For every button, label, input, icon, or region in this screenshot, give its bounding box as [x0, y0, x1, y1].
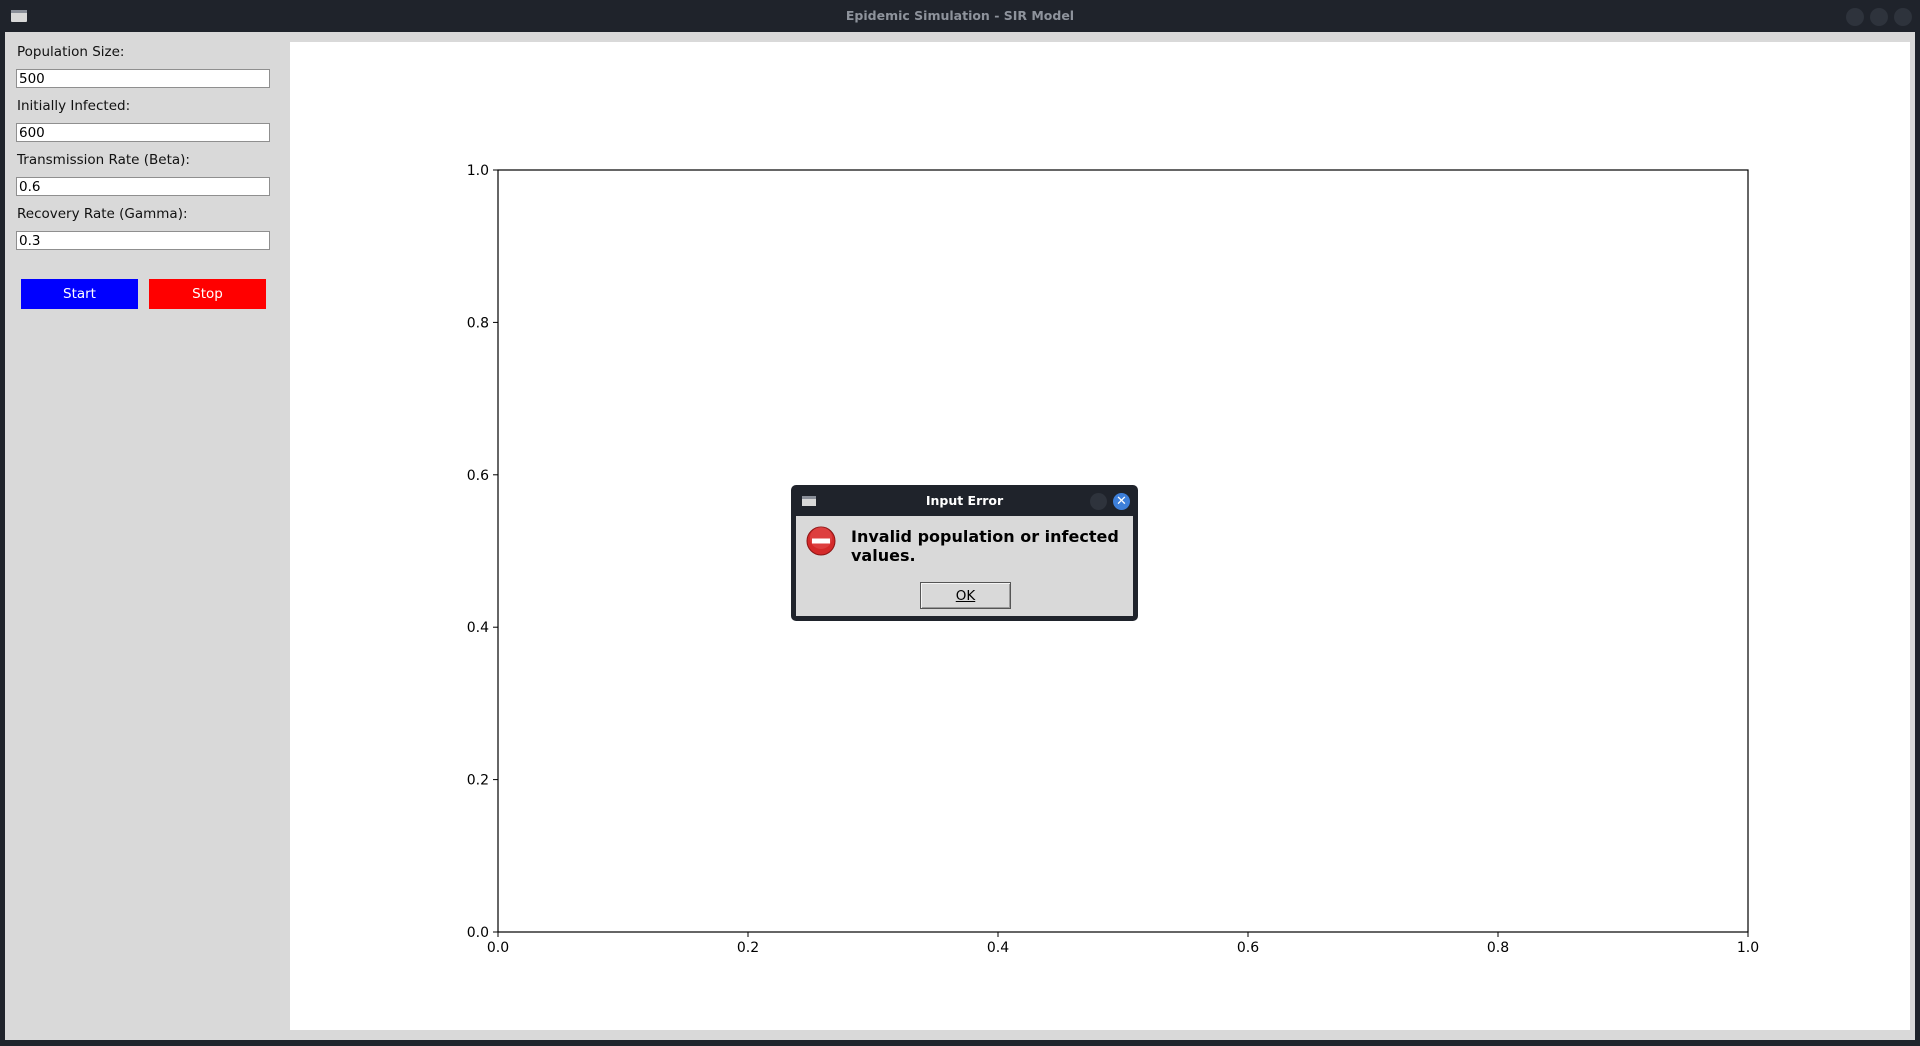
x-tick-label: 0.2 [737, 940, 759, 956]
input-error-dialog: Input Error ✕ Invalid population or infe… [791, 485, 1138, 621]
x-tick-label: 0.8 [1487, 940, 1509, 956]
close-icon: ✕ [1116, 494, 1127, 509]
x-tick-label: 0.0 [487, 940, 509, 956]
window-title: Epidemic Simulation - SIR Model [845, 8, 1075, 23]
y-tick-label: 0.0 [467, 925, 489, 941]
error-icon [806, 526, 836, 556]
minimize-button[interactable] [1846, 8, 1864, 26]
stop-button[interactable]: Stop [149, 279, 266, 309]
initially-infected-input[interactable] [16, 123, 270, 142]
population-size-input[interactable] [16, 69, 270, 88]
y-tick-label: 0.4 [467, 620, 489, 636]
population-size-label: Population Size: [17, 44, 125, 60]
initially-infected-label: Initially Infected: [17, 98, 131, 114]
dialog-body: Invalid population or infected values. O… [796, 516, 1133, 616]
maximize-button[interactable] [1870, 8, 1888, 26]
start-button[interactable]: Start [21, 279, 138, 309]
dialog-title: Input Error [925, 493, 1004, 508]
dialog-titlebar: Input Error ✕ [791, 485, 1138, 515]
y-tick-label: 0.8 [467, 315, 489, 331]
y-tick-label: 1.0 [467, 163, 489, 179]
dialog-message: Invalid population or infected values. [851, 527, 1119, 565]
ok-button[interactable]: OK [920, 582, 1011, 609]
dialog-close-button[interactable]: ✕ [1113, 493, 1130, 510]
window-titlebar: Epidemic Simulation - SIR Model [0, 0, 1920, 32]
x-tick-label: 0.4 [987, 940, 1009, 956]
dialog-minimize-button[interactable] [1090, 493, 1107, 510]
x-tick-label: 1.0 [1737, 940, 1759, 956]
transmission-rate-input[interactable] [16, 177, 270, 196]
control-panel: Population Size: Initially Infected: Tra… [5, 32, 290, 1040]
recovery-rate-label: Recovery Rate (Gamma): [17, 206, 188, 222]
recovery-rate-input[interactable] [16, 231, 270, 250]
y-tick-label: 0.2 [467, 773, 489, 789]
x-tick-label: 0.6 [1237, 940, 1259, 956]
close-button[interactable] [1894, 8, 1912, 26]
y-tick-label: 0.6 [467, 468, 489, 484]
transmission-rate-label: Transmission Rate (Beta): [17, 152, 190, 168]
